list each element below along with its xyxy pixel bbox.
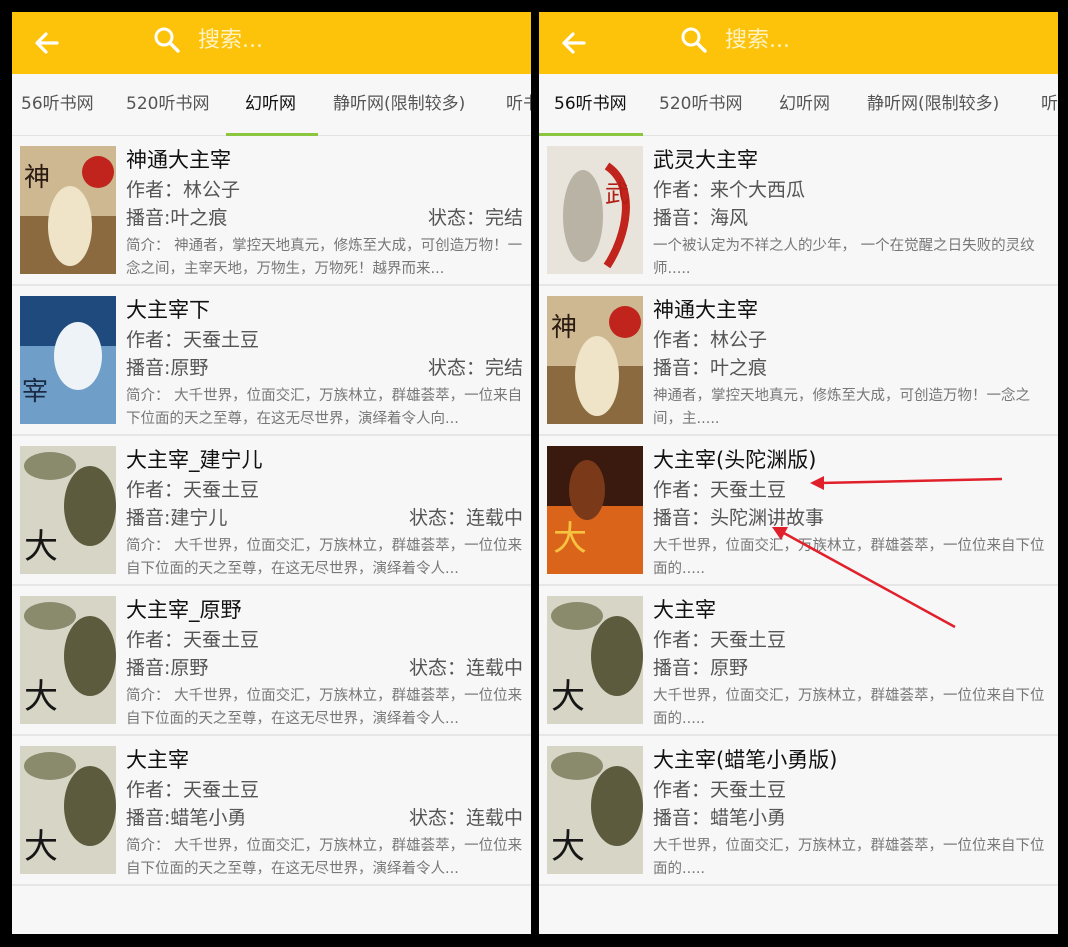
book-intro: 大千世界，位面交汇，万族林立，群雄荟萃，一位位来自下位面的.....	[653, 838, 1045, 877]
tab-tingshu-more[interactable]: 听	[1041, 74, 1058, 136]
book-title: 神通大主宰	[126, 148, 231, 172]
book-item[interactable]: 神 神通大主宰 作者：林公子 播音：叶之痕 神通者，掌控天地真元，修炼至大成，可…	[539, 286, 1058, 436]
book-item[interactable]: 大 大主宰(头陀渊版) 作者：天蚕土豆 播音：头陀渊讲故事 大千世界，位面交汇，…	[539, 436, 1058, 586]
book-narrator: 播音:叶之痕	[126, 207, 228, 229]
search-icon[interactable]	[152, 25, 182, 55]
svg-text:武: 武	[605, 180, 629, 208]
svg-text:大: 大	[553, 519, 587, 559]
book-narrator: 播音:原野	[126, 357, 209, 379]
book-status: 状态：完结	[427, 207, 523, 229]
book-title: 大主宰下	[126, 298, 210, 322]
left-screen: 搜索... 56听书网 520听书网 幻听网 静听网(限制较多) 听书 神 神通…	[12, 12, 531, 934]
book-cover: 武	[547, 146, 643, 274]
book-title: 大主宰	[126, 748, 189, 772]
book-narrator: 播音：海风	[653, 207, 749, 229]
book-narrator: 播音:原野	[126, 657, 209, 679]
book-intro: 简介： 大千世界，位面交汇，万族林立，群雄荟萃，一位位来自下位面的天之至尊，在这…	[126, 838, 523, 877]
book-cover: 大	[20, 746, 116, 874]
book-item[interactable]: 神 神通大主宰 作者：林公子 播音:叶之痕 状态：完结 简介： 神通者，掌控天地…	[12, 136, 531, 286]
svg-text:大: 大	[551, 677, 585, 717]
book-narrator: 播音：蜡笔小勇	[653, 807, 787, 829]
search-input[interactable]: 搜索...	[725, 27, 790, 55]
book-title: 武灵大主宰	[653, 148, 758, 172]
book-title: 大主宰	[653, 598, 716, 622]
book-cover: 大	[20, 596, 116, 724]
book-item[interactable]: 大 大主宰_原野 作者：天蚕土豆 播音:原野 状态：连载中 简介： 大千世界，位…	[12, 586, 531, 736]
tab-520tingshu[interactable]: 520听书网	[659, 74, 742, 136]
svg-text:神: 神	[551, 313, 577, 343]
book-title: 大主宰_原野	[126, 598, 242, 622]
tab-56tingshu[interactable]: 56听书网	[21, 74, 94, 136]
book-cover: 神	[20, 146, 116, 274]
book-cover: 大	[547, 746, 643, 874]
book-cover: 神	[547, 296, 643, 424]
book-cover: 大	[547, 596, 643, 724]
tab-56tingshu[interactable]: 56听书网	[554, 74, 627, 136]
book-intro: 简介： 神通者，掌控天地真元，修炼至大成，可创造万物！一念之间，主宰天地，万物生…	[126, 238, 523, 277]
search-input[interactable]: 搜索...	[198, 27, 263, 55]
book-title: 神通大主宰	[653, 298, 758, 322]
top-app-bar: 搜索...	[539, 12, 1058, 74]
svg-text:宰: 宰	[22, 377, 48, 407]
book-title: 大主宰_建宁儿	[126, 448, 263, 472]
tab-tingshu-more[interactable]: 听书	[506, 74, 531, 136]
svg-text:大: 大	[551, 827, 585, 867]
book-list: 神 神通大主宰 作者：林公子 播音:叶之痕 状态：完结 简介： 神通者，掌控天地…	[12, 136, 531, 886]
book-item[interactable]: 宰 大主宰下 作者：天蚕土豆 播音:原野 状态：完结 简介： 大千世界，位面交汇…	[12, 286, 531, 436]
book-list: 武 武灵大主宰 作者：来个大西瓜 播音：海风 一个被认定为不祥之人的少年， 一个…	[539, 136, 1058, 886]
book-author: 作者：天蚕土豆	[126, 329, 260, 351]
svg-text:大: 大	[24, 677, 58, 717]
book-narrator: 播音:建宁儿	[126, 507, 228, 529]
book-item[interactable]: 大 大主宰_建宁儿 作者：天蚕土豆 播音:建宁儿 状态：连载中 简介： 大千世界…	[12, 436, 531, 586]
book-cover: 大	[547, 446, 643, 574]
book-author: 作者：天蚕土豆	[126, 479, 260, 501]
book-narrator: 播音：叶之痕	[653, 357, 768, 379]
book-item[interactable]: 大 大主宰 作者：天蚕土豆 播音：原野 大千世界，位面交汇，万族林立，群雄荟萃，…	[539, 586, 1058, 736]
book-narrator: 播音：原野	[653, 657, 749, 679]
source-tabs: 56听书网 520听书网 幻听网 静听网(限制较多) 听书	[12, 74, 531, 136]
book-intro: 大千世界，位面交汇，万族林立，群雄荟萃，一位位来自下位面的.....	[653, 538, 1045, 577]
book-intro: 简介： 大千世界，位面交汇，万族林立，群雄荟萃，一位位来自下位面的天之至尊，在这…	[126, 688, 523, 727]
book-item[interactable]: 武 武灵大主宰 作者：来个大西瓜 播音：海风 一个被认定为不祥之人的少年， 一个…	[539, 136, 1058, 286]
book-intro: 大千世界，位面交汇，万族林立，群雄荟萃，一位位来自下位面的.....	[653, 688, 1045, 727]
book-narrator: 播音：头陀渊讲故事	[653, 507, 825, 529]
book-author: 作者：来个大西瓜	[653, 179, 806, 201]
book-item[interactable]: 大 大主宰(蜡笔小勇版) 作者：天蚕土豆 播音：蜡笔小勇 大千世界，位面交汇，万…	[539, 736, 1058, 886]
book-author: 作者：天蚕土豆	[653, 629, 787, 651]
svg-text:大: 大	[24, 527, 58, 567]
tab-jingting[interactable]: 静听网(限制较多)	[867, 74, 999, 136]
book-intro: 简介： 大千世界，位面交汇，万族林立，群雄荟萃，一位位来自下位面的天之至尊，在这…	[126, 538, 523, 577]
book-author: 作者：天蚕土豆	[126, 779, 260, 801]
book-status: 状态：完结	[427, 357, 523, 379]
book-author: 作者：天蚕土豆	[653, 479, 787, 501]
book-title: 大主宰(头陀渊版)	[653, 448, 817, 472]
book-intro: 神通者，掌控天地真元，修炼至大成，可创造万物！一念之间，主.....	[653, 388, 1030, 427]
tab-jingting[interactable]: 静听网(限制较多)	[333, 74, 465, 136]
tab-huanting[interactable]: 幻听网	[245, 74, 296, 136]
book-author: 作者：天蚕土豆	[653, 779, 787, 801]
source-tabs: 56听书网 520听书网 幻听网 静听网(限制较多) 听	[539, 74, 1058, 136]
book-cover: 大	[20, 446, 116, 574]
book-item[interactable]: 大 大主宰 作者：天蚕土豆 播音:蜡笔小勇 状态：连载中 简介： 大千世界，位面…	[12, 736, 531, 886]
book-title: 大主宰(蜡笔小勇版)	[653, 748, 838, 772]
back-arrow-icon[interactable]	[557, 26, 591, 60]
book-narrator: 播音:蜡笔小勇	[126, 807, 247, 829]
book-cover: 宰	[20, 296, 116, 424]
svg-text:神: 神	[24, 163, 50, 193]
back-arrow-icon[interactable]	[30, 26, 64, 60]
book-status: 状态：连载中	[408, 507, 523, 529]
book-intro: 一个被认定为不祥之人的少年， 一个在觉醒之日失败的灵纹师.....	[653, 238, 1035, 277]
tab-huanting[interactable]: 幻听网	[779, 74, 830, 136]
book-author: 作者：林公子	[653, 329, 768, 351]
svg-text:大: 大	[24, 827, 58, 867]
top-app-bar: 搜索...	[12, 12, 531, 74]
right-screen: 搜索... 56听书网 520听书网 幻听网 静听网(限制较多) 听 武 武灵大…	[539, 12, 1058, 934]
book-status: 状态：连载中	[408, 657, 523, 679]
search-icon[interactable]	[679, 25, 709, 55]
book-intro: 简介： 大千世界，位面交汇，万族林立，群雄荟萃，一位来自下位面的天之至尊，在这无…	[126, 388, 523, 427]
book-status: 状态：连载中	[408, 807, 523, 829]
tab-520tingshu[interactable]: 520听书网	[126, 74, 209, 136]
book-author: 作者：天蚕土豆	[126, 629, 260, 651]
book-author: 作者：林公子	[126, 179, 241, 201]
